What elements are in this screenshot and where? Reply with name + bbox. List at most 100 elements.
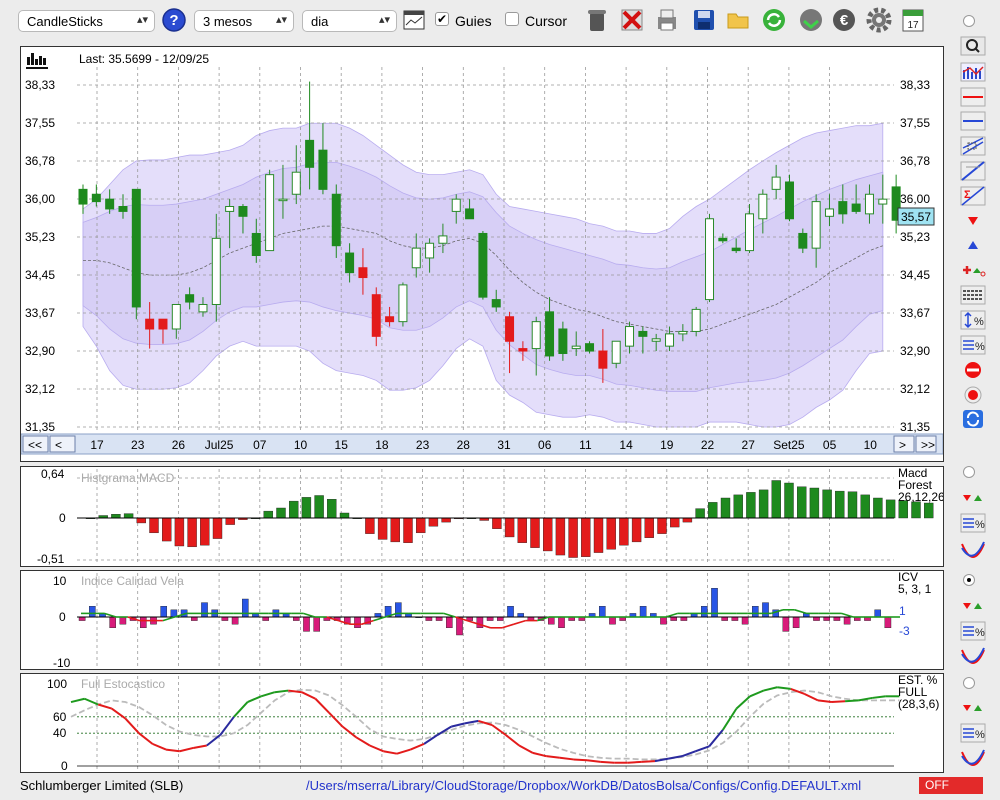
- zoom-tool[interactable]: [958, 35, 988, 57]
- icv-chart[interactable]: Indice Calidad Vela100-10ICV5, 3, 11-3: [21, 571, 943, 669]
- percent-lines-tool[interactable]: %: [958, 334, 988, 356]
- indicators-tool[interactable]: [958, 61, 988, 83]
- date-axis: [21, 433, 943, 455]
- channel-tool[interactable]: [958, 135, 988, 157]
- icv-bar: [119, 616, 127, 625]
- icv-line-segment: [501, 623, 515, 629]
- currency-button[interactable]: €: [830, 6, 858, 34]
- stochastic-k-segment: [84, 697, 99, 706]
- cancel-tool[interactable]: [958, 359, 988, 381]
- candle-body: [185, 294, 195, 303]
- horizontal-blue-line-icon: [960, 111, 986, 131]
- percent-range-tool[interactable]: %: [958, 309, 988, 331]
- settings-button[interactable]: [865, 6, 893, 34]
- macd-bar: [314, 495, 324, 519]
- stochastic-percent-tool[interactable]: %: [958, 722, 988, 744]
- icv-curve-tool[interactable]: [958, 645, 988, 667]
- trash-button[interactable]: [583, 6, 611, 34]
- macd-histogram-chart[interactable]: Histgrama MACD0,640-0,51MacdForest26,12,…: [21, 467, 943, 566]
- cursor-checkbox[interactable]: [505, 12, 519, 26]
- stochastic-k-segment: [546, 755, 560, 759]
- icv-bar: [160, 606, 168, 618]
- icv-percent-tool[interactable]: %: [958, 620, 988, 642]
- delete-button[interactable]: [618, 6, 646, 34]
- macd-percent-tool[interactable]: %: [958, 512, 988, 534]
- stochastic-radio[interactable]: [963, 677, 975, 689]
- blue-line-tool[interactable]: [958, 110, 988, 132]
- sell-signal-tool[interactable]: [958, 210, 988, 232]
- macd-bar: [847, 491, 858, 519]
- icv-signals-tool[interactable]: [958, 595, 988, 617]
- stochastic-curve-tool[interactable]: [958, 747, 988, 769]
- chart-view-button[interactable]: [400, 6, 428, 34]
- icv-line-segment: [443, 612, 456, 618]
- record-tool[interactable]: [958, 384, 988, 406]
- calendar-button[interactable]: 17: [899, 6, 927, 34]
- interval-select[interactable]: dia ▴▾: [302, 10, 397, 32]
- x-tick-label: 10: [294, 438, 308, 452]
- config-path[interactable]: /Users/mserra/Library/CloudStorage/Dropb…: [306, 778, 861, 793]
- save-button[interactable]: [690, 6, 718, 34]
- macd-bar: [123, 513, 134, 519]
- candle-body: [771, 176, 781, 190]
- macd-radio[interactable]: [963, 466, 975, 478]
- add-signal-tool[interactable]: [958, 259, 988, 281]
- main-chart-radio[interactable]: [963, 15, 975, 27]
- buy-signal-tool[interactable]: [958, 234, 988, 256]
- download-button[interactable]: [797, 6, 825, 34]
- red-line-tool[interactable]: [958, 86, 988, 108]
- macd-bar: [492, 517, 502, 529]
- candle-body: [611, 340, 621, 364]
- x-tick-label: 11: [579, 438, 592, 452]
- macd-bar: [276, 507, 286, 519]
- help-button[interactable]: ?: [160, 6, 188, 34]
- macd-bar: [339, 512, 350, 519]
- macd-bar: [873, 497, 883, 519]
- nav-first-button-label: <<: [28, 438, 42, 452]
- candle-body: [385, 316, 395, 323]
- y-tick-label: -0,51: [37, 552, 65, 566]
- refresh-button[interactable]: [760, 6, 788, 34]
- sum-line-tool[interactable]: Σ: [958, 185, 988, 207]
- off-indicator[interactable]: OFF: [919, 777, 983, 794]
- y-tick-label: 60: [53, 710, 67, 724]
- chart-logo-icon: [27, 57, 30, 65]
- stochastic-k-segment: [721, 708, 738, 731]
- chart-logo-icon: [43, 58, 46, 65]
- candle-body: [598, 350, 608, 369]
- icv-bar: [782, 616, 790, 632]
- sync-tool[interactable]: [958, 408, 988, 430]
- nav-prev-button-label: <: [55, 438, 62, 452]
- candle-body: [265, 174, 275, 252]
- icv-bar: [435, 616, 443, 621]
- candle-body: [425, 242, 435, 259]
- candle-body: [784, 181, 794, 220]
- guides-checkbox[interactable]: ✔: [435, 12, 449, 26]
- icv-bar: [507, 606, 514, 618]
- stochastic-chart[interactable]: Full Estocastico10060400EST. %FULL(28,3,…: [21, 674, 943, 772]
- macd-bar: [555, 517, 566, 556]
- icv-bar: [78, 616, 86, 621]
- icv-radio[interactable]: [963, 574, 975, 586]
- macd-signals-tool[interactable]: [958, 487, 988, 509]
- x-tick-label: 18: [375, 438, 389, 452]
- candlestick-chart[interactable]: 38,33 38,33 37,55 37,55 36,78 36,78 36,00 36,00…: [21, 47, 943, 461]
- open-button[interactable]: [725, 6, 753, 34]
- trendline-tool[interactable]: [958, 160, 988, 182]
- print-button[interactable]: [653, 6, 681, 34]
- stochastic-k-segment: [233, 701, 249, 718]
- chart-type-select[interactable]: CandleSticks ▴▾: [18, 10, 155, 32]
- nav-prev-button[interactable]: [49, 435, 76, 453]
- icv-bar: [190, 616, 198, 621]
- stochastic-k-segment: [152, 742, 167, 751]
- levels-tool[interactable]: [958, 284, 988, 306]
- period-select[interactable]: 3 mesos ▴▾: [194, 10, 294, 32]
- stochastic-k-segment: [314, 698, 330, 714]
- macd-curve-tool[interactable]: [958, 539, 988, 561]
- candle-body: [665, 333, 675, 347]
- icv-bar: [354, 616, 361, 629]
- icv-bar: [670, 616, 677, 621]
- stochastic-title: Full Estocastico: [81, 677, 165, 691]
- svg-text:17: 17: [907, 20, 919, 31]
- stochastic-signals-tool[interactable]: [958, 697, 988, 719]
